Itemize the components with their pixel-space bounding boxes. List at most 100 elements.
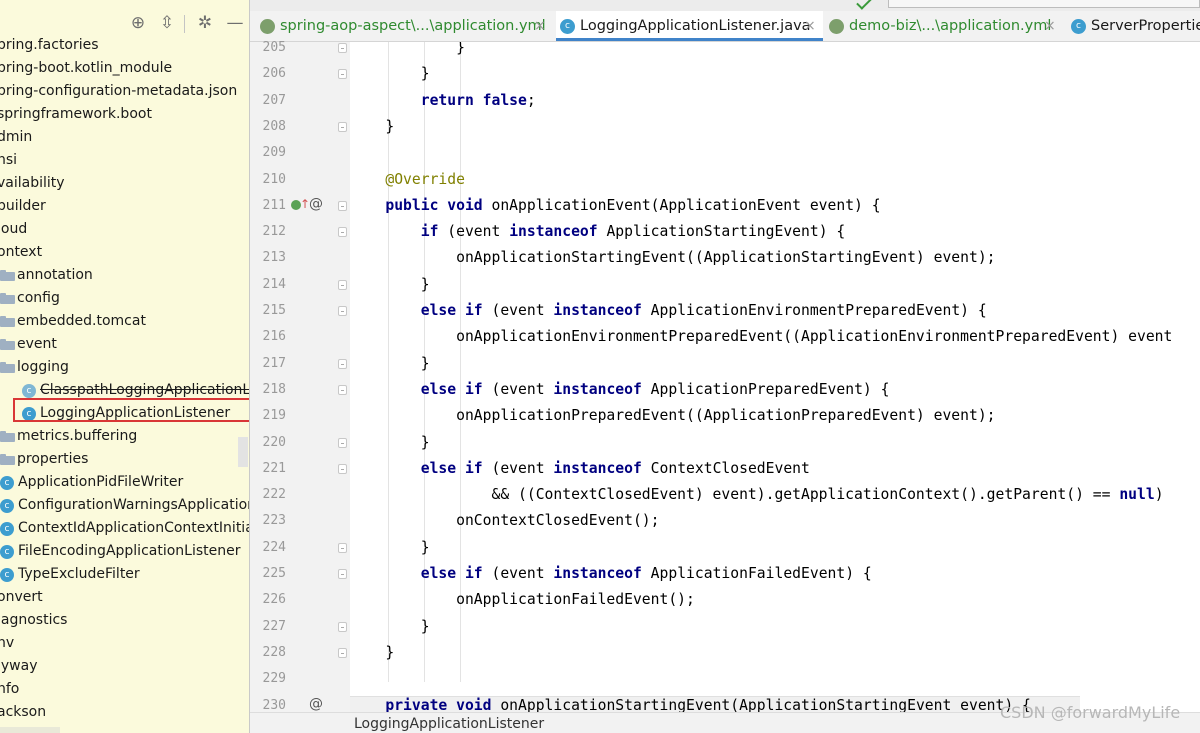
locate-icon[interactable]: ⊕: [128, 13, 148, 33]
tree-item-label: metrics.buffering: [17, 428, 138, 444]
toolbar-divider: [184, 15, 185, 33]
class-icon: c: [22, 384, 36, 398]
fold-marker-icon[interactable]: [338, 647, 347, 658]
tree-item-label: TypeExcludeFilter: [18, 566, 140, 582]
tree-scrollbar[interactable]: [238, 437, 248, 467]
code-line[interactable]: onApplicationPreparedEvent((ApplicationP…: [350, 403, 995, 429]
tree-item-label: ApplicationPidFileWriter: [18, 474, 184, 490]
code-line[interactable]: @Override: [350, 167, 465, 193]
fold-marker-icon[interactable]: [338, 569, 347, 579]
editor-tab[interactable]: spring-aop-aspect\...\application.yml ×: [256, 11, 554, 41]
editor-tab[interactable]: c ServerPropertie: [1067, 11, 1200, 41]
annotation-marker-icon[interactable]: @: [309, 196, 323, 212]
code-line[interactable]: onApplicationEnvironmentPreparedEvent((A…: [350, 324, 1172, 350]
fold-marker-icon[interactable]: [338, 437, 347, 448]
breadcrumb[interactable]: LoggingApplicationListener: [354, 713, 544, 733]
close-icon[interactable]: ×: [534, 11, 546, 41]
fold-marker-icon[interactable]: [338, 463, 347, 474]
class-icon: c: [0, 522, 14, 536]
tree-item-label: annotation: [17, 267, 93, 283]
fold-marker-icon[interactable]: [338, 306, 347, 316]
tree-item-label: nv: [0, 635, 15, 651]
collapse-all-icon[interactable]: ⇳: [157, 13, 177, 33]
code-line[interactable]: }: [350, 640, 394, 666]
watermark: CSDN @forwardMyLife: [1000, 703, 1181, 722]
code-line[interactable]: }: [350, 535, 430, 561]
tab-label: ServerPropertie: [1091, 18, 1200, 34]
code-line[interactable]: else if (event instanceof ApplicationEnv…: [350, 298, 987, 324]
selected-item-highlight: [13, 398, 249, 422]
code-line[interactable]: private void onApplicationStartingEvent(…: [350, 693, 1031, 713]
yaml-file-icon: [260, 19, 275, 34]
fold-marker-icon[interactable]: [338, 542, 347, 553]
fold-marker-icon[interactable]: [338, 384, 347, 395]
code-line[interactable]: }: [350, 61, 430, 87]
run-config-box[interactable]: [888, 0, 1200, 8]
tree-item-label: config: [17, 290, 60, 306]
editor-tab[interactable]: demo-biz\...\application.yml ×: [825, 11, 1065, 41]
project-toolbar: ⊕ ⇳ ✲ —: [0, 0, 249, 38]
fold-marker-icon[interactable]: [338, 621, 347, 632]
check-icon: [856, 0, 872, 10]
class-icon: c: [0, 568, 14, 582]
code-line[interactable]: }: [350, 114, 394, 140]
line-number: 222: [262, 487, 286, 503]
tree-item-label: pring-configuration-metadata.json: [0, 83, 238, 99]
code-line[interactable]: }: [350, 351, 430, 377]
code-line[interactable]: public void onApplicationEvent(Applicati…: [350, 193, 880, 219]
code-line[interactable]: onApplicationStartingEvent((ApplicationS…: [350, 245, 995, 271]
code-line[interactable]: else if (event instanceof ApplicationFai…: [350, 561, 872, 587]
editor-tab[interactable]: c LoggingApplicationListener.java ×: [556, 11, 823, 41]
code-line[interactable]: }: [350, 614, 430, 640]
line-number: 206: [262, 66, 286, 82]
editor-gutter: 205 206 207 208 209 210 211 212 213 214 215 216 217 2…: [250, 40, 350, 713]
tree-item-label: pring.factories: [0, 37, 99, 53]
fold-marker-icon[interactable]: [338, 279, 347, 290]
editor-tab-bar: spring-aop-aspect\...\application.yml × c L…: [250, 11, 1200, 42]
code-line[interactable]: && ((ContextClosedEvent) event).getAppli…: [350, 482, 1163, 508]
tree-item-label: builder: [0, 198, 46, 214]
tree-item-label: embedded.tomcat: [17, 313, 146, 329]
close-icon[interactable]: ×: [804, 11, 816, 38]
fold-marker-icon[interactable]: [338, 69, 347, 80]
tree-item-label: onvert: [0, 589, 43, 605]
code-line[interactable]: if (event instanceof ApplicationStarting…: [350, 219, 845, 245]
close-icon[interactable]: ×: [1044, 11, 1056, 41]
tree-item-label: properties: [17, 451, 89, 467]
code-line[interactable]: }: [350, 42, 465, 61]
tree-item-label: nfo: [0, 681, 20, 697]
line-number: 219: [262, 408, 286, 424]
tab-label: spring-aop-aspect\...\application.yml: [280, 18, 546, 34]
hide-panel-icon[interactable]: —: [225, 13, 245, 33]
line-number: 215: [262, 303, 286, 318]
line-number: 211: [262, 197, 286, 213]
code-line[interactable]: }: [350, 430, 430, 456]
code-editor[interactable]: } } return false; } @Override public voi…: [350, 42, 1200, 712]
line-number: 210: [262, 171, 286, 187]
annotation-marker-icon[interactable]: @: [309, 696, 323, 712]
tree-bottom-strip: [0, 727, 60, 733]
fold-marker-icon[interactable]: [338, 200, 347, 211]
line-number: 208: [262, 118, 286, 134]
code-line[interactable]: }: [350, 272, 430, 298]
tree-item-label: pring-boot.kotlin_module: [0, 60, 173, 76]
line-number: 228: [262, 644, 286, 660]
code-line[interactable]: onApplicationFailedEvent();: [350, 587, 695, 613]
folder-icon: [0, 316, 15, 327]
fold-marker-icon[interactable]: [338, 358, 347, 369]
code-line[interactable]: return false;: [350, 88, 536, 114]
fold-marker-icon[interactable]: [338, 227, 347, 238]
gear-icon[interactable]: ✲: [195, 13, 215, 33]
java-class-icon: c: [1071, 19, 1086, 34]
code-line[interactable]: else if (event instanceof ApplicationPre…: [350, 377, 890, 403]
folder-icon: [0, 293, 15, 304]
code-line[interactable]: onContextClosedEvent();: [350, 508, 659, 534]
fold-marker-icon[interactable]: [338, 43, 347, 53]
tree-item-label: lyway: [0, 658, 38, 674]
line-number: 221: [262, 460, 286, 476]
line-number: 224: [262, 539, 286, 555]
code-line[interactable]: else if (event instanceof ContextClosedE…: [350, 456, 810, 482]
tree-item-label: loud: [0, 221, 28, 237]
tree-item-label: ackson: [0, 704, 47, 720]
fold-marker-icon[interactable]: [338, 121, 347, 132]
